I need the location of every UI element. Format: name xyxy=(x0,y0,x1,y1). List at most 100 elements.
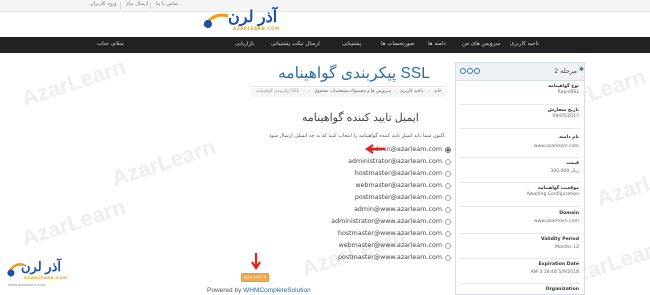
logo-subtext: AZARLEARN.COM xyxy=(233,26,280,31)
email-option-label: hostmaster@www.azarlearn.com xyxy=(338,230,442,237)
email-option[interactable]: administrator@www.azarlearn.com xyxy=(331,217,451,226)
topbar-link-login[interactable]: ورود کاربران xyxy=(90,1,117,7)
radio-button[interactable] xyxy=(445,242,451,249)
field-label: Validity Period xyxy=(541,237,579,242)
field-value: www.azarlearn.com xyxy=(533,219,579,224)
field-price: قیمت 300,000 ریال xyxy=(461,161,579,174)
field-organization: Organization xyxy=(461,287,579,292)
topbar-link-message[interactable]: ارسال پیام xyxy=(126,1,148,7)
radio-button[interactable] xyxy=(445,182,451,189)
panel-header: مرحله 2 ✱ xyxy=(456,63,584,81)
arrow-left-icon xyxy=(364,144,386,154)
corner-logo-url: www.azarlearn.com xyxy=(8,282,46,287)
radio-button[interactable] xyxy=(445,146,451,153)
field-value: 09/05/2017 xyxy=(552,114,579,119)
field-order-date: تاریخ سفارش 09/05/2017 xyxy=(461,108,579,119)
divider xyxy=(460,157,580,158)
breadcrumb-item-client-area[interactable]: ناحیه کاربری xyxy=(400,89,423,94)
divider xyxy=(460,206,580,207)
email-option[interactable]: webmaster@www.azarlearn.com xyxy=(339,241,451,250)
nav-item-invoices[interactable]: صورتحساب ها xyxy=(381,41,414,47)
radio-button[interactable] xyxy=(445,194,451,201)
email-option[interactable]: hostmaster@www.azarlearn.com xyxy=(338,229,451,238)
divider xyxy=(460,283,580,284)
nav-item-affiliates[interactable]: بازاریابی xyxy=(235,41,254,47)
breadcrumb: پیکربندی گواهینامه SSL / مشخصات محصول / … xyxy=(250,88,446,97)
field-label: Expiration Date xyxy=(538,262,579,267)
email-option[interactable]: postmaster@azarlearn.com xyxy=(355,193,451,202)
radio-button[interactable] xyxy=(445,254,451,261)
email-option-label: administrator@www.azarlearn.com xyxy=(331,218,442,225)
instruction-text: اکنون شما باید ایمیل تایید کننده گواهینا… xyxy=(268,133,446,139)
breadcrumb-item-current: پیکربندی گواهینامه SSL xyxy=(256,89,300,94)
corner-logo: آذر لرن AZARLEARN.COM www.azarlearn.com xyxy=(6,258,68,288)
circle-icon[interactable] xyxy=(467,68,473,74)
nav-item-client-area[interactable]: ناحیه کاربری xyxy=(510,41,539,47)
nav-item-account[interactable]: سلام، جناب xyxy=(97,41,124,47)
corner-logo-subtext: AZARLEARN.COM xyxy=(24,275,68,280)
gear-icon: ✱ xyxy=(578,66,584,73)
nav-item-services[interactable]: سرویس های من xyxy=(462,41,500,47)
field-expiration-date: Expiration Date AM 3:18:48 5/9/2018 xyxy=(461,262,579,275)
radio-button[interactable] xyxy=(445,170,451,177)
radio-button[interactable] xyxy=(445,230,451,237)
top-utility-bar: ورود کاربران ارسال پیام تماس با ما xyxy=(0,0,650,12)
section-title: ایمیل تایید کننده گواهینامه xyxy=(302,112,419,124)
arrow-down-icon xyxy=(251,252,261,270)
email-option-label: postmaster@www.azarlearn.com xyxy=(338,254,442,261)
divider xyxy=(460,233,580,234)
nav-item-open-ticket[interactable]: ارسال تیکت پشتیبانی xyxy=(271,41,320,47)
radio-button[interactable] xyxy=(445,158,451,165)
circle-icon[interactable] xyxy=(460,68,466,74)
field-label: Domain xyxy=(559,211,579,216)
field-cert-type: نوع گواهینامه RapidSSL xyxy=(461,84,579,95)
order-summary-panel: مرحله 2 ✱ نوع گواهینامه RapidSSL تاریخ س… xyxy=(455,62,585,295)
email-option[interactable]: administrator@azarlearn.com xyxy=(348,157,451,166)
powered-by-footer: Powered by WHMCompleteSolution xyxy=(207,287,311,294)
breadcrumb-item-home[interactable]: خانه xyxy=(434,89,442,94)
panel-title: مرحله 2 xyxy=(554,67,577,75)
email-option-label: admin@www.azarlearn.com xyxy=(354,206,442,213)
topbar-divider xyxy=(150,2,151,9)
radio-button[interactable] xyxy=(445,206,451,213)
watermark-text: AzarLearn xyxy=(593,154,650,212)
email-option[interactable]: postmaster@www.azarlearn.com xyxy=(338,253,451,262)
email-option[interactable]: webmaster@azarlearn.com xyxy=(355,181,451,190)
nav-item-domains[interactable]: دامنه ها xyxy=(428,41,446,47)
site-logo[interactable]: آذر لرن AZARLEARN.COM xyxy=(200,6,282,34)
continue-button[interactable]: ادامه خرید » xyxy=(241,273,269,282)
field-value: Awaiting Configuration xyxy=(526,192,579,197)
field-label: نام دامنه xyxy=(559,135,579,140)
topbar-link-contact[interactable]: تماس با ما xyxy=(156,1,178,7)
field-validity-period: Validity Period Months 12 xyxy=(461,237,579,250)
field-label: قیمت xyxy=(566,161,579,166)
field-value: AM 3:18:48 5/9/2018 xyxy=(530,270,579,275)
email-option[interactable]: hostmaster@azarlearn.com xyxy=(355,169,451,178)
email-option-label: webmaster@www.azarlearn.com xyxy=(338,242,442,249)
nav-item-support[interactable]: پشتیبانی xyxy=(342,41,361,47)
field-value: 300,000 ریال xyxy=(550,169,579,174)
breadcrumb-item-services[interactable]: سرویس ها و محصولات xyxy=(348,89,391,94)
corner-logo-text: آذر لرن xyxy=(21,259,62,274)
topbar-divider xyxy=(120,2,121,9)
field-label: تاریخ سفارش xyxy=(547,108,579,113)
whmcs-link[interactable]: WHMCompleteSolution xyxy=(243,287,311,294)
watermark-text: AzarLearn xyxy=(108,134,219,192)
field-value: Months 12 xyxy=(554,245,579,250)
powered-by-text: Powered by xyxy=(207,287,244,294)
watermark-text: AzarLearn xyxy=(18,194,129,252)
main-navbar: ناحیه کاربری سرویس های من دامنه ها صورتح… xyxy=(0,37,650,53)
field-value: RapidSSL xyxy=(557,90,579,95)
breadcrumb-separator: / xyxy=(429,89,431,94)
breadcrumb-separator: / xyxy=(343,89,345,94)
email-option-label: postmaster@azarlearn.com xyxy=(354,194,442,201)
field-domain: Domain www.azarlearn.com xyxy=(461,211,579,224)
radio-button[interactable] xyxy=(445,218,451,225)
field-domain-name: نام دامنه www.azarlearn.com xyxy=(461,135,579,149)
logo-text: آذر لرن xyxy=(228,9,278,26)
email-option-label: webmaster@azarlearn.com xyxy=(355,182,442,189)
breadcrumb-separator: / xyxy=(395,89,397,94)
email-option[interactable]: admin@www.azarlearn.com xyxy=(354,205,451,214)
circle-icon[interactable] xyxy=(474,68,480,74)
email-option-label: administrator@azarlearn.com xyxy=(348,158,442,165)
